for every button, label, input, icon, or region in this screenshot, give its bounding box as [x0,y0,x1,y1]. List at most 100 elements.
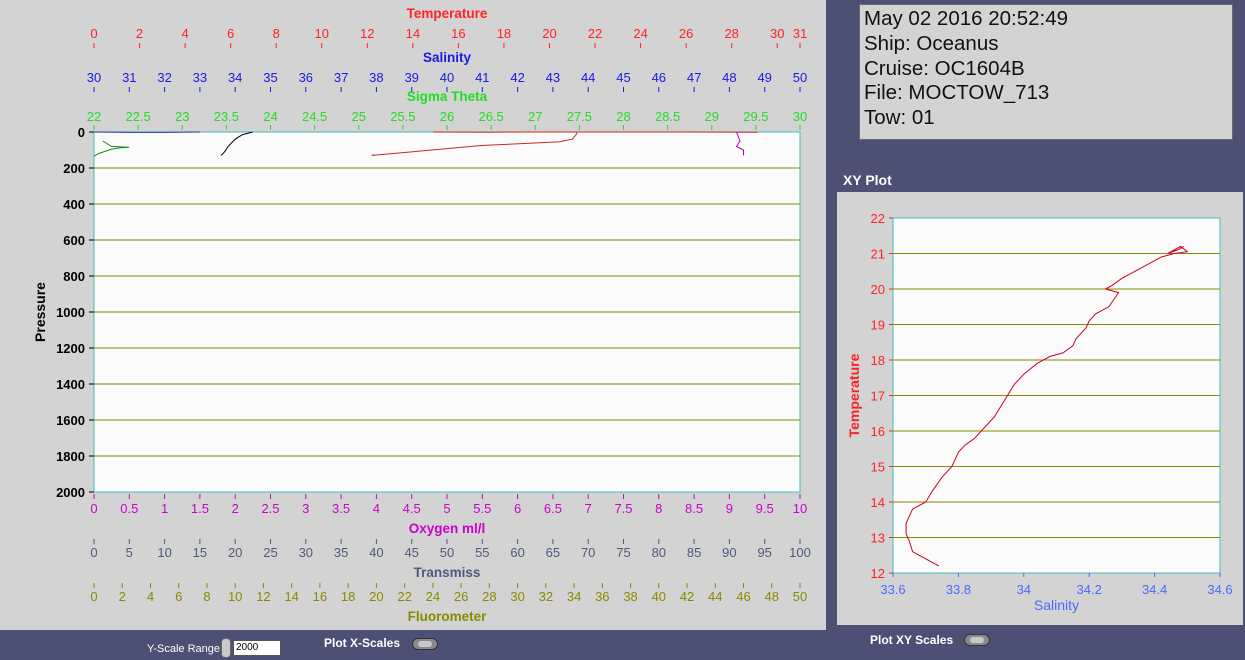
xy-y-tick-label: 22 [871,211,885,226]
x-tick-label-salinity: 35 [263,70,277,85]
x-tick-label-oxygen: 2 [232,501,239,516]
xy-y-tick-label: 19 [871,318,885,333]
profile-chart-panel: 0 200 400 600 800 1000 1200 1400 1600 1800 2000 Pre… [0,0,826,630]
yscale-range-input[interactable]: 2000 [233,640,281,656]
y-tick-label: 800 [63,269,85,284]
y-tick-label: 0 [78,125,85,140]
y-tick-label: 1000 [56,305,85,320]
yscale-range-label: Y-Scale Range [147,643,220,655]
x-tick-label-fluorometer: 16 [313,589,327,604]
x-tick-label-sigma_theta: 27.5 [567,109,592,124]
xy-x-tick-label: 33.8 [946,582,971,597]
xy-y-tick-label: 14 [871,495,885,510]
x-tick-label-fluorometer: 46 [736,589,750,604]
x-tick-label-salinity: 44 [581,70,595,85]
x-tick-label-oxygen: 6.5 [544,501,562,516]
x-tick-label-fluorometer: 34 [567,589,581,604]
x-tick-label-oxygen: 1 [161,501,168,516]
y-tick-label: 1200 [56,341,85,356]
x-tick-label-transmiss: 15 [193,545,207,560]
x-tick-label-transmiss: 95 [757,545,771,560]
xy-x-tick-label: 34.4 [1142,582,1167,597]
x-tick-label-sigma_theta: 26.5 [478,109,503,124]
x-tick-label-oxygen: 0 [90,501,97,516]
x-tick-label-fluorometer: 40 [652,589,666,604]
x-tick-label-temperature: 0 [90,26,97,41]
x-tick-label-fluorometer: 24 [426,589,440,604]
x-tick-label-sigma_theta: 24.5 [302,109,327,124]
x-tick-label-temperature: 18 [497,26,511,41]
x-tick-label-temperature: 4 [181,26,188,41]
x-tick-label-fluorometer: 0 [90,589,97,604]
xy-plot-panel: 12 13 14 15 16 17 18 19 20 21 22 33.6 33.8 34 34.2 34.4… [837,192,1243,625]
x-tick-label-temperature: 10 [315,26,329,41]
y-tick-label: 400 [63,197,85,212]
y-axis-title: Pressure [32,282,48,342]
x-tick-label-transmiss: 80 [652,545,666,560]
x-tick-label-oxygen: 3.5 [332,501,350,516]
x-tick-label-temperature: 31 [793,26,807,41]
tow-text: Tow: 01 [864,106,935,130]
x-tick-label-fluorometer: 30 [510,589,524,604]
x-tick-label-transmiss: 85 [687,545,701,560]
x-tick-label-fluorometer: 10 [228,589,242,604]
yscale-stepper[interactable] [221,638,231,658]
x-tick-label-sigma_theta: 22 [87,109,101,124]
x-tick-label-oxygen: 10 [793,501,807,516]
x-tick-label-salinity: 32 [157,70,171,85]
x-tick-label-fluorometer: 32 [539,589,553,604]
x-tick-label-transmiss: 35 [334,545,348,560]
x-tick-label-temperature: 6 [227,26,234,41]
x-tick-label-sigma_theta: 27 [528,109,542,124]
x-tick-label-salinity: 34 [228,70,242,85]
x-tick-label-salinity: 33 [193,70,207,85]
x-tick-label-fluorometer: 12 [256,589,270,604]
x-tick-label-transmiss: 65 [546,545,560,560]
xy-y-tick-label: 16 [871,424,885,439]
x-tick-label-temperature: 26 [679,26,693,41]
plot-xscales-toggle[interactable] [412,638,438,650]
xy-y-axis-title: Temperature [846,353,862,437]
x-tick-label-fluorometer: 28 [482,589,496,604]
x-tick-label-fluorometer: 20 [369,589,383,604]
x-tick-label-sigma_theta: 25 [352,109,366,124]
ship-text: Ship: Oceanus [864,31,999,55]
x-tick-label-oxygen: 6 [514,501,521,516]
xy-y-tick-label: 21 [871,247,885,262]
axis-title-sigma_theta: Sigma Theta [407,89,488,104]
xy-plot-title: XY Plot [843,172,892,188]
x-tick-label-temperature: 16 [451,26,465,41]
x-tick-label-transmiss: 60 [510,545,524,560]
x-tick-label-salinity: 47 [687,70,701,85]
x-tick-label-oxygen: 3 [302,501,309,516]
x-tick-label-oxygen: 8 [655,501,662,516]
x-tick-label-fluorometer: 44 [708,589,722,604]
x-tick-label-sigma_theta: 23 [175,109,189,124]
x-tick-label-salinity: 49 [757,70,771,85]
x-tick-label-salinity: 42 [510,70,524,85]
x-tick-label-salinity: 46 [652,70,666,85]
xy-x-tick-label: 34.2 [1077,582,1102,597]
axis-title-fluorometer: Fluorometer [408,609,488,624]
x-tick-label-salinity: 31 [122,70,136,85]
xy-y-tick-label: 20 [871,282,885,297]
plot-xyscales-toggle[interactable] [964,634,990,646]
xy-y-tick-label: 12 [871,566,885,581]
x-tick-label-oxygen: 4 [373,501,380,516]
x-tick-label-sigma_theta: 24 [263,109,277,124]
x-tick-label-fluorometer: 22 [397,589,411,604]
cruise-text: Cruise: OC1604B [864,56,1025,80]
x-tick-label-sigma_theta: 28 [616,109,630,124]
xy-y-tick-label: 15 [871,460,885,475]
x-tick-label-transmiss: 100 [789,545,811,560]
file-text: File: MOCTOW_713 [864,81,1050,105]
x-tick-label-temperature: 22 [588,26,602,41]
xy-x-tick-label: 34 [1017,582,1031,597]
xy-plot: 12 13 14 15 16 17 18 19 20 21 22 33.6 33.8 34 34.2 34.4… [846,211,1233,613]
x-tick-label-sigma_theta: 29.5 [743,109,768,124]
x-tick-label-transmiss: 50 [440,545,454,560]
x-tick-label-oxygen: 9.5 [756,501,774,516]
x-tick-label-fluorometer: 4 [147,589,154,604]
x-tick-label-transmiss: 0 [90,545,97,560]
x-tick-label-temperature: 12 [360,26,374,41]
